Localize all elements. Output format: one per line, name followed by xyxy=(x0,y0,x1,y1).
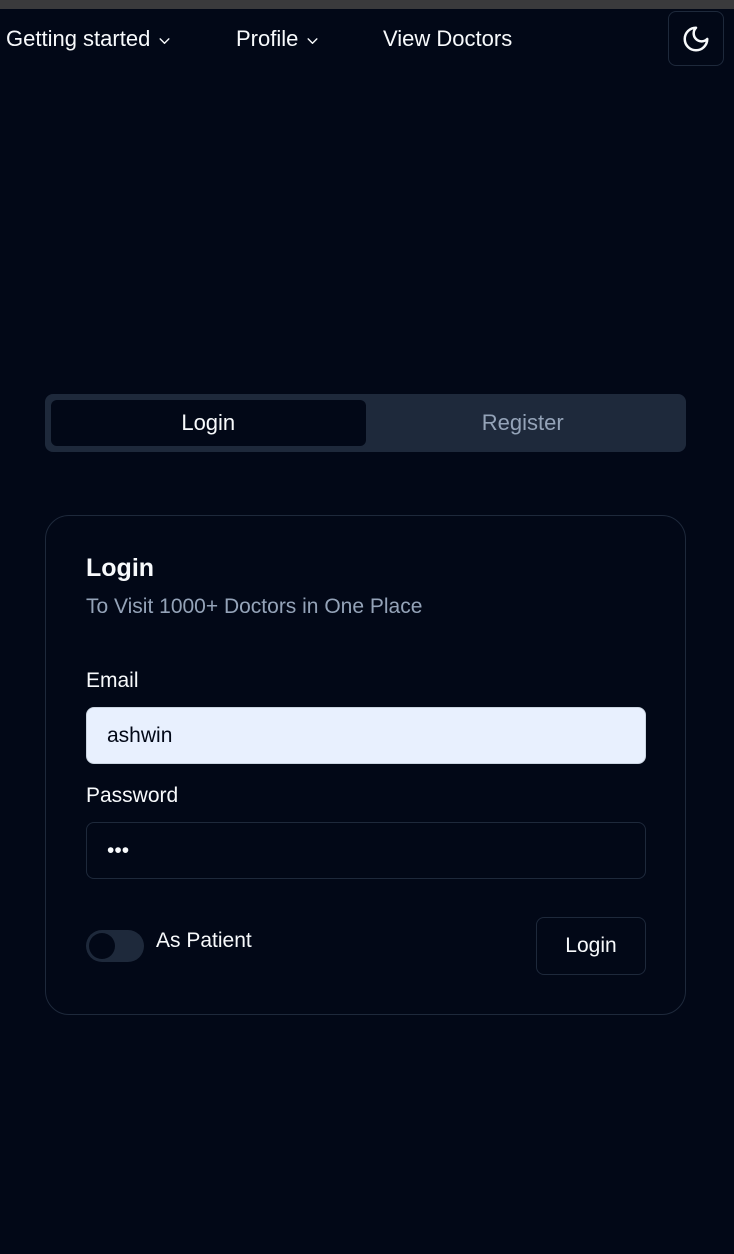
login-submit-button[interactable]: Login xyxy=(536,917,646,975)
card-description: To Visit 1000+ Doctors in One Place xyxy=(86,595,423,618)
window-top-strip xyxy=(0,0,734,9)
nav-view-doctors-label: View Doctors xyxy=(383,26,513,51)
tab-login[interactable]: Login xyxy=(51,400,366,446)
nav-getting-started-label: Getting started xyxy=(6,26,151,51)
password-field[interactable] xyxy=(86,822,646,879)
card-title: Login xyxy=(86,554,155,582)
as-patient-switch[interactable] xyxy=(86,930,144,962)
as-patient-label: As Patient xyxy=(156,929,252,952)
login-card: Login To Visit 1000+ Doctors in One Plac… xyxy=(45,515,686,1015)
tab-register[interactable]: Register xyxy=(366,400,681,446)
chevron-down-icon xyxy=(159,37,170,44)
nav-profile[interactable]: Profile xyxy=(236,26,319,52)
theme-toggle-button[interactable] xyxy=(668,11,724,66)
top-nav: Getting started Profile View Doctors xyxy=(0,9,734,71)
nav-profile-label: Profile xyxy=(236,26,299,51)
nav-getting-started[interactable]: Getting started xyxy=(6,26,171,52)
nav-view-doctors[interactable]: View Doctors xyxy=(383,26,512,52)
email-label: Email xyxy=(86,669,139,692)
password-label: Password xyxy=(86,784,179,807)
auth-tabs: Login Register xyxy=(45,394,686,452)
email-field[interactable] xyxy=(86,707,646,764)
switch-knob xyxy=(89,933,115,959)
moon-icon xyxy=(683,26,709,51)
chevron-down-icon xyxy=(307,37,318,44)
